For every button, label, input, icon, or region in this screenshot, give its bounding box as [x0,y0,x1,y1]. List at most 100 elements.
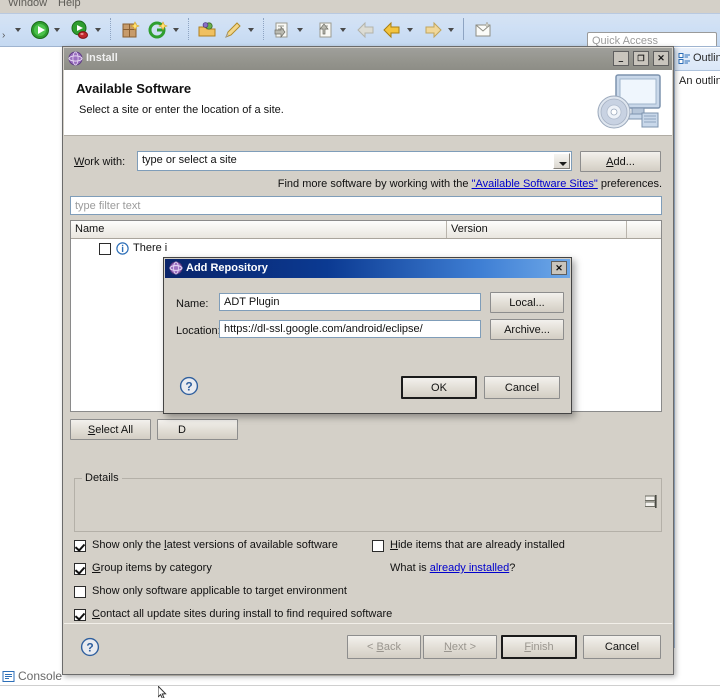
ok-button-label: OK [431,381,447,394]
available-software-sites-link[interactable]: "Available Software Sites" [472,178,598,190]
deselect-all-button[interactable]: D [157,419,238,440]
column-header-name[interactable]: Name [71,221,447,238]
add-button[interactable]: Add... [580,151,661,172]
archive-button[interactable]: Archive... [490,319,564,340]
forward-dropdown-arrow[interactable] [448,28,454,32]
work-with-combo[interactable]: type or select a site [137,151,572,171]
svg-text:?: ? [185,380,192,394]
resize-grip-icon[interactable] [644,495,659,509]
menu-item-help[interactable]: Help [58,0,81,9]
forward-prev-icon[interactable] [382,20,402,40]
option-checkbox-0[interactable] [74,540,86,552]
select-all-button[interactable]: Select All [70,419,151,440]
back-icon [356,20,376,40]
filter-placeholder: type filter text [75,200,141,212]
repo-cancel-button[interactable]: Cancel [484,376,560,399]
location-field-value: https://dl-ssl.google.com/android/eclips… [224,323,423,335]
outline-tab[interactable]: Outline [675,48,720,71]
back-dropdown-arrow[interactable] [407,28,413,32]
site-hint-suffix: preferences. [597,178,662,190]
local-button[interactable]: Local... [490,292,564,313]
option-label-1: Group items by category [92,562,212,574]
toolbar-separator-2 [188,18,190,40]
row-name: There i [133,242,168,254]
eclipse-workbench: Window Help › Quick Access Outlin An out… [0,0,720,698]
help-question-icon[interactable]: ? [179,376,199,396]
name-field-label: Name: [176,298,209,310]
option-checkbox-3[interactable] [74,609,86,621]
next-button-label: Next > [443,641,477,653]
table-row[interactable]: There i [71,240,661,258]
deselect-all-label: D [178,423,186,436]
new-editor-icon[interactable] [474,20,494,40]
minimize-button[interactable]: – [612,51,629,66]
cancel-button-label: Cancel [604,641,640,653]
site-hint-prefix: Find more software by working with the [277,178,472,190]
hide-installed-label: Hide items that are already installed [390,539,565,551]
row-checkbox[interactable] [99,243,111,255]
select-all-label: Select All [87,423,134,436]
name-field-value: ADT Plugin [224,296,280,308]
new-java-package-icon[interactable] [120,20,140,40]
filter-input[interactable]: type filter text [70,196,662,215]
already-installed-hint: What is already installed? [390,562,515,574]
debug-dropdown-arrow[interactable] [95,28,101,32]
back-button-label: < Back [367,641,401,653]
search-dropdown-arrow[interactable] [248,28,254,32]
site-hint: Find more software by working with the "… [64,178,662,190]
finish-button: Finish [501,635,577,659]
option-checkbox-1[interactable] [74,563,86,575]
ok-button[interactable]: OK [401,376,477,399]
maximize-button[interactable]: ❐ [632,51,649,66]
close-button[interactable]: ✕ [653,51,669,66]
already-installed-link[interactable]: already installed [430,562,510,574]
add-repository-title-bar[interactable]: Add Repository ✕ [165,259,570,278]
search-icon[interactable] [223,20,243,40]
next-annotation-dropdown-arrow[interactable] [297,28,303,32]
new-dropdown-arrow[interactable] [173,28,179,32]
add-repository-close-button[interactable]: ✕ [551,261,567,275]
next-annotation-icon[interactable] [272,20,292,40]
location-field[interactable]: https://dl-ssl.google.com/android/eclips… [219,320,481,338]
debug-icon[interactable] [70,20,90,40]
toolbar-separator-4 [463,18,465,40]
local-button-label: Local... [509,296,545,309]
column-header-spacer [627,221,661,238]
cancel-button[interactable]: Cancel [583,635,661,659]
work-with-value: type or select a site [142,154,237,166]
console-tab-label: Console [18,669,63,683]
details-group-title: Details [82,472,122,484]
run-dropdown-arrow[interactable] [54,28,60,32]
column-header-version[interactable]: Version [447,221,627,238]
forward-icon [423,20,443,40]
outline-tab-label: Outline [693,52,720,64]
location-field-label: Location: [176,325,221,337]
install-title-text: Install [86,52,118,64]
repo-cancel-button-label: Cancel [504,381,540,394]
install-footer: ? < Back Next > Finish Cancel [64,623,672,673]
dropdown-arrow-0[interactable] [15,28,21,32]
help-question-icon[interactable]: ? [80,637,100,657]
name-field[interactable]: ADT Plugin [219,293,481,311]
previous-annotation-icon[interactable] [315,20,335,40]
close-icon: ✕ [555,263,563,273]
option-checkbox-2[interactable] [74,586,86,598]
back-button: < Back [347,635,421,659]
archive-button-label: Archive... [504,323,550,336]
svg-text:?: ? [86,641,93,655]
open-type-icon[interactable] [197,20,217,40]
finish-button-label: Finish [524,641,554,653]
toolbar-separator-1 [110,18,112,40]
menu-item-window[interactable]: Window [8,0,47,9]
install-window-buttons: – ❐ ✕ [612,51,669,66]
run-icon[interactable] [30,20,50,40]
already-installed-suffix: ? [509,562,516,574]
main-toolbar: › Quick Access [0,13,720,47]
hide-installed-checkbox[interactable] [372,540,384,552]
install-title-bar[interactable]: Install – ❐ ✕ [64,48,672,70]
previous-annotation-dropdown-arrow[interactable] [340,28,346,32]
minimize-icon: – [618,56,624,66]
new-google-icon[interactable] [148,20,168,40]
quick-access-input[interactable]: Quick Access [587,32,717,46]
chevron-down-icon[interactable] [553,153,570,169]
